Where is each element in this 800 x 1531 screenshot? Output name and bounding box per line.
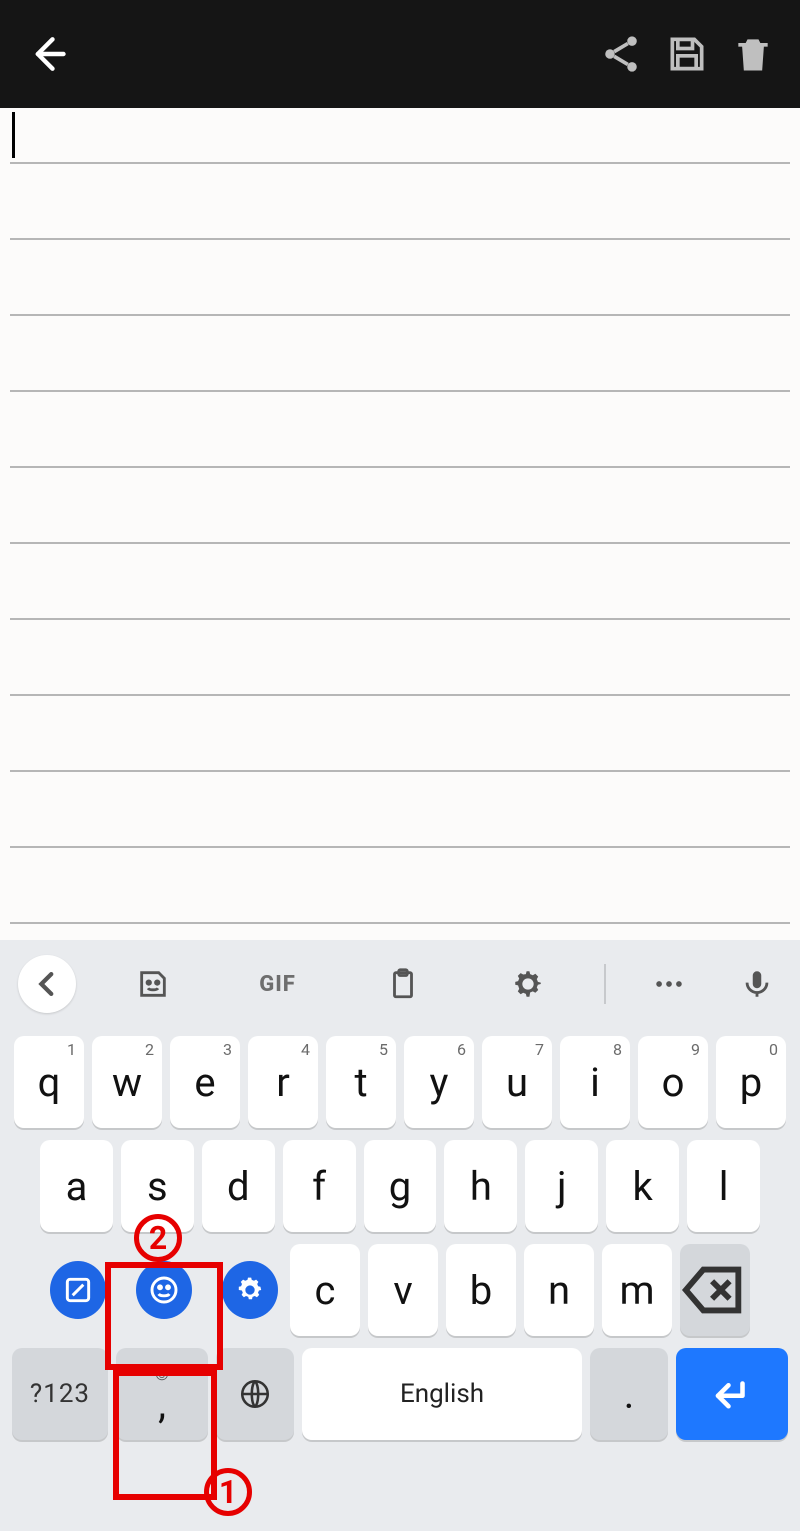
key-b[interactable]: b xyxy=(446,1244,516,1336)
key-k[interactable]: k xyxy=(606,1140,679,1232)
share-button[interactable] xyxy=(596,29,646,79)
keyboard: GIF 1q2w3e4r5t6y7u8i9o0p asdfghjkl xyxy=(0,940,800,1531)
enter-key[interactable] xyxy=(676,1348,788,1440)
save-button[interactable] xyxy=(662,29,712,79)
key-j[interactable]: j xyxy=(525,1140,598,1232)
mic-button[interactable] xyxy=(732,955,782,1013)
key-t[interactable]: 5t xyxy=(326,1036,396,1128)
key-c[interactable]: c xyxy=(290,1244,360,1336)
settings-button[interactable] xyxy=(479,955,576,1013)
key-i[interactable]: 8i xyxy=(560,1036,630,1128)
handwriting-button[interactable] xyxy=(50,1261,106,1319)
key-o[interactable]: 9o xyxy=(638,1036,708,1128)
emoji-picker-button[interactable] xyxy=(136,1261,192,1319)
more-button[interactable] xyxy=(634,955,704,1013)
key-n[interactable]: n xyxy=(524,1244,594,1336)
gif-button[interactable]: GIF xyxy=(229,955,326,1013)
comma-key[interactable]: ☺ , xyxy=(116,1348,208,1440)
key-a[interactable]: a xyxy=(40,1140,113,1232)
symbols-key[interactable]: ?123 xyxy=(12,1348,108,1440)
key-p[interactable]: 0p xyxy=(716,1036,786,1128)
text-cursor xyxy=(12,112,15,158)
comma-glyph: , xyxy=(158,1385,166,1425)
app-bar xyxy=(0,0,800,108)
keyboard-settings-button[interactable] xyxy=(222,1261,278,1319)
keyboard-rows: 1q2w3e4r5t6y7u8i9o0p asdfghjkl cvbnm ?12… xyxy=(0,1028,800,1456)
key-s[interactable]: s xyxy=(121,1140,194,1232)
key-e[interactable]: 3e xyxy=(170,1036,240,1128)
key-h[interactable]: h xyxy=(444,1140,517,1232)
key-r[interactable]: 4r xyxy=(248,1036,318,1128)
key-d[interactable]: d xyxy=(202,1140,275,1232)
key-w[interactable]: 2w xyxy=(92,1036,162,1128)
emoji-hint-icon: ☺ xyxy=(152,1363,172,1383)
key-u[interactable]: 7u xyxy=(482,1036,552,1128)
key-f[interactable]: f xyxy=(283,1140,356,1232)
back-button[interactable] xyxy=(22,29,72,79)
key-l[interactable]: l xyxy=(687,1140,760,1232)
key-y[interactable]: 6y xyxy=(404,1036,474,1128)
key-q[interactable]: 1q xyxy=(14,1036,84,1128)
key-v[interactable]: v xyxy=(368,1244,438,1336)
key-g[interactable]: g xyxy=(364,1140,437,1232)
spacebar-key[interactable]: English xyxy=(302,1348,582,1440)
clipboard-button[interactable] xyxy=(354,955,451,1013)
key-m[interactable]: m xyxy=(602,1244,672,1336)
period-key[interactable]: . xyxy=(590,1348,668,1440)
language-switch-key[interactable] xyxy=(216,1348,294,1440)
collapse-suggestions-button[interactable] xyxy=(18,955,76,1013)
separator xyxy=(604,964,606,1004)
delete-button[interactable] xyxy=(728,29,778,79)
sticker-button[interactable] xyxy=(104,955,201,1013)
note-text-area[interactable] xyxy=(0,108,800,940)
shift-popup-group xyxy=(50,1261,282,1319)
backspace-key[interactable] xyxy=(680,1244,750,1336)
suggestion-bar: GIF xyxy=(0,940,800,1028)
